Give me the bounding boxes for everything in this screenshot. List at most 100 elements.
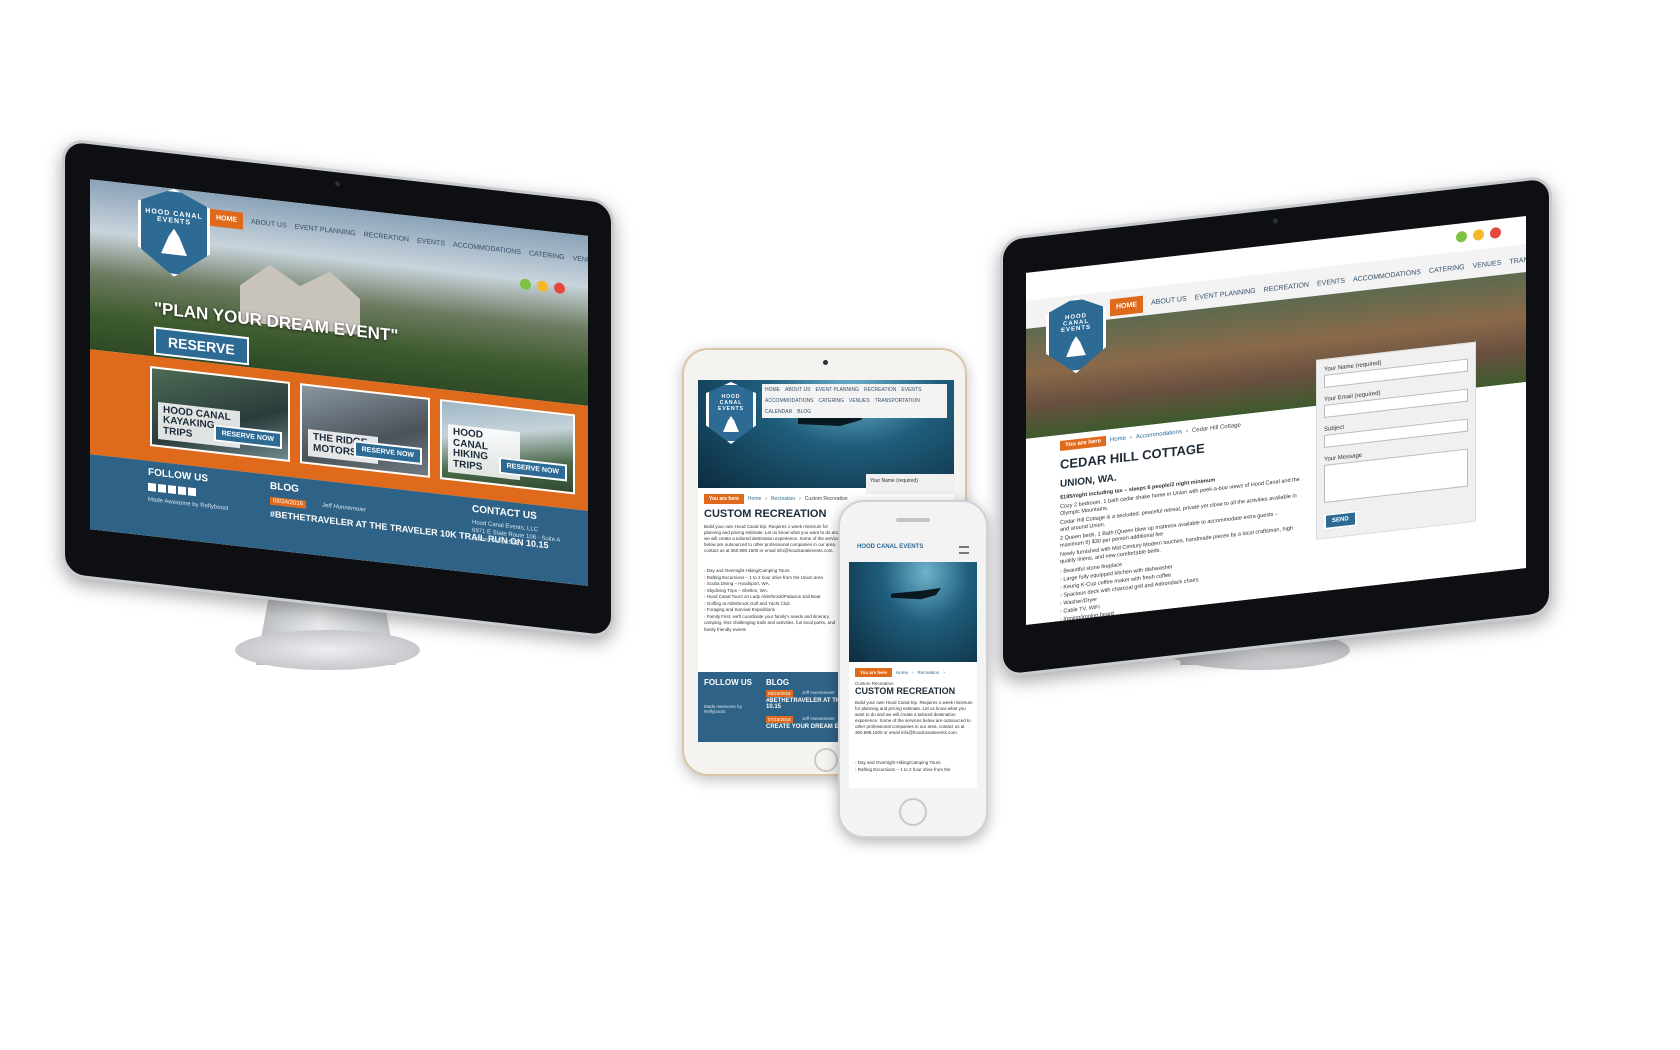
window-controls	[1456, 226, 1501, 243]
phone-home-button[interactable]	[899, 798, 927, 826]
facebook-icon[interactable]	[148, 482, 156, 492]
chevron-right-icon: ›	[1185, 428, 1188, 435]
hamburger-menu-icon[interactable]	[959, 546, 969, 554]
blog-date: 08/24/2016	[766, 690, 793, 697]
card-kayaking[interactable]: HOOD CANAL KAYAKING TRIPS RESERVE NOW	[150, 366, 290, 462]
phone-screen: HOOD CANAL EVENTS You are here Home › Re…	[849, 538, 977, 788]
intro-text: Build your own Hood Canal trip. Requires…	[704, 524, 842, 554]
tablet-home-button[interactable]	[814, 748, 838, 772]
logo-text: HOOD CANAL EVENTS	[1060, 312, 1091, 334]
breadcrumb: You are here Home › Recreation › Custom …	[855, 668, 973, 686]
phone-device: HOOD CANAL EVENTS You are here Home › Re…	[838, 500, 988, 838]
nav-recreation[interactable]: RECREATION	[364, 231, 409, 243]
tablet-form-label: Your Name (required)	[870, 478, 918, 484]
nav-accommodations[interactable]: ACCOMMODATIONS	[765, 398, 814, 404]
tablet-nav: HOME ABOUT US EVENT PLANNING RECREATION …	[762, 384, 947, 418]
hiker-icon	[161, 227, 187, 256]
nav-transportation[interactable]: TRANSPORTATION	[875, 398, 920, 404]
blog-author: Jeff Hunnemeier	[802, 716, 835, 721]
blog-date: 07/18/2016	[766, 716, 793, 723]
close-dot[interactable]	[1490, 226, 1501, 240]
nav-accommodations[interactable]: ACCOMMODATIONS	[1353, 269, 1421, 284]
nav-recreation[interactable]: RECREATION	[1264, 282, 1309, 294]
page-title: CUSTOM RECREATION	[704, 508, 827, 520]
phone-brand[interactable]: HOOD CANAL EVENTS	[857, 544, 923, 550]
minimize-dot[interactable]	[537, 280, 548, 293]
breadcrumb-current: Custom Recreation	[804, 496, 848, 502]
breadcrumb-home[interactable]: Home	[748, 496, 761, 502]
right-monitor-frame: HOME ABOUT US EVENT PLANNING RECREATION …	[1000, 175, 1552, 678]
blog-date: 08/24/2016	[270, 496, 307, 509]
left-screen: HOME ABOUT US EVENT PLANNING RECREATION …	[90, 179, 588, 586]
blog-author: Jeff Hunnemeier	[802, 690, 835, 695]
contact-us-heading: CONTACT US	[472, 503, 537, 523]
nav-about[interactable]: ABOUT US	[1151, 296, 1187, 307]
logo-text: HOOD CANAL EVENTS	[145, 207, 203, 227]
nav-venues[interactable]: VENUES	[1473, 260, 1502, 270]
pinterest-icon[interactable]	[158, 483, 166, 493]
nav-catering[interactable]: CATERING	[1429, 264, 1465, 275]
nav-events[interactable]: EVENTS	[417, 237, 445, 247]
right-screen: HOME ABOUT US EVENT PLANNING RECREATION …	[1026, 215, 1526, 625]
made-by-credit[interactable]: Made Awesome by Reflyboost	[148, 497, 229, 512]
nav-home[interactable]: HOME	[210, 208, 243, 230]
chevron-right-icon: ›	[1129, 434, 1132, 442]
nav-recreation[interactable]: RECREATION	[864, 387, 896, 393]
breadcrumb-section[interactable]: Recreation	[771, 496, 795, 502]
left-monitor-frame: HOME ABOUT US EVENT PLANNING RECREATION …	[62, 138, 614, 639]
nav-about[interactable]: ABOUT US	[251, 219, 287, 230]
chevron-right-icon: ›	[799, 496, 801, 502]
chevron-right-icon: ›	[943, 670, 945, 675]
chevron-right-icon: ›	[765, 496, 767, 502]
blog-author: Jeff Hunnemeier	[322, 502, 367, 514]
breadcrumb: You are here Home › Recreation › Custom …	[704, 494, 848, 504]
follow-us-heading: FOLLOW US	[148, 466, 208, 485]
you-are-here-tag: You are here	[704, 494, 744, 504]
made-by-credit[interactable]: Made Awesome by Reflyboost	[704, 704, 748, 714]
maximize-dot[interactable]	[520, 278, 531, 291]
blog-heading: BLOG	[270, 480, 299, 495]
recreation-list: Day and Overnight Hiking/Camping Tours R…	[704, 568, 844, 633]
nav-catering[interactable]: CATERING	[529, 250, 565, 261]
list-item: Rafting Excursions – 1 to 2 hour drive f…	[855, 767, 973, 774]
youtube-icon[interactable]	[188, 487, 196, 497]
nav-venues[interactable]: VENUES	[573, 255, 588, 265]
nav-venues[interactable]: VENUES	[849, 398, 870, 404]
phone-header	[849, 538, 977, 562]
chevron-right-icon: ›	[911, 670, 914, 675]
twitter-icon[interactable]	[178, 486, 186, 496]
nav-events[interactable]: EVENTS	[901, 387, 921, 393]
hiker-icon	[1066, 335, 1086, 357]
left-monitor-base	[235, 630, 420, 670]
nav-catering[interactable]: CATERING	[819, 398, 844, 404]
blog-heading: BLOG	[766, 678, 790, 687]
nav-event-planning[interactable]: EVENT PLANNING	[815, 387, 859, 393]
instagram-icon[interactable]	[168, 485, 176, 494]
nav-about[interactable]: ABOUT US	[785, 387, 810, 393]
nav-blog[interactable]: BLOG	[797, 409, 811, 415]
nav-event-planning[interactable]: EVENT PLANNING	[1195, 288, 1256, 302]
nav-transportation[interactable]: TRANSPORTATION	[1509, 252, 1526, 266]
nav-accommodations[interactable]: ACCOMMODATIONS	[453, 242, 521, 257]
nav-event-planning[interactable]: EVENT PLANNING	[295, 224, 356, 238]
you-are-here-tag: You are here	[855, 668, 892, 677]
follow-us-heading: FOLLOW US	[704, 678, 752, 687]
minimize-dot[interactable]	[1473, 228, 1484, 242]
breadcrumb-home[interactable]: Home	[1110, 436, 1126, 444]
close-dot[interactable]	[554, 282, 565, 295]
breadcrumb-home[interactable]: Home	[896, 670, 908, 675]
nav-calendar[interactable]: CALENDAR	[765, 409, 792, 415]
hiker-icon	[723, 416, 739, 432]
list-item: Family First, we'll coordinate your fami…	[704, 614, 844, 634]
page-title: CUSTOM RECREATION	[855, 686, 956, 696]
social-icons	[148, 482, 196, 497]
card-hiking[interactable]: HOOD CANAL HIKING TRIPS RESERVE NOW	[440, 399, 575, 495]
phone-hero	[849, 562, 977, 662]
tablet-form-peek	[866, 474, 954, 494]
nav-events[interactable]: EVENTS	[1317, 278, 1345, 288]
breadcrumb-section[interactable]: Recreation	[917, 670, 939, 675]
card-motorsports[interactable]: THE RIDGE MOTORSPORTS RESERVE NOW	[300, 383, 430, 478]
maximize-dot[interactable]	[1456, 230, 1467, 243]
logo-text: HOOD CANAL EVENTS	[717, 394, 744, 412]
nav-home[interactable]: HOME	[765, 387, 780, 393]
